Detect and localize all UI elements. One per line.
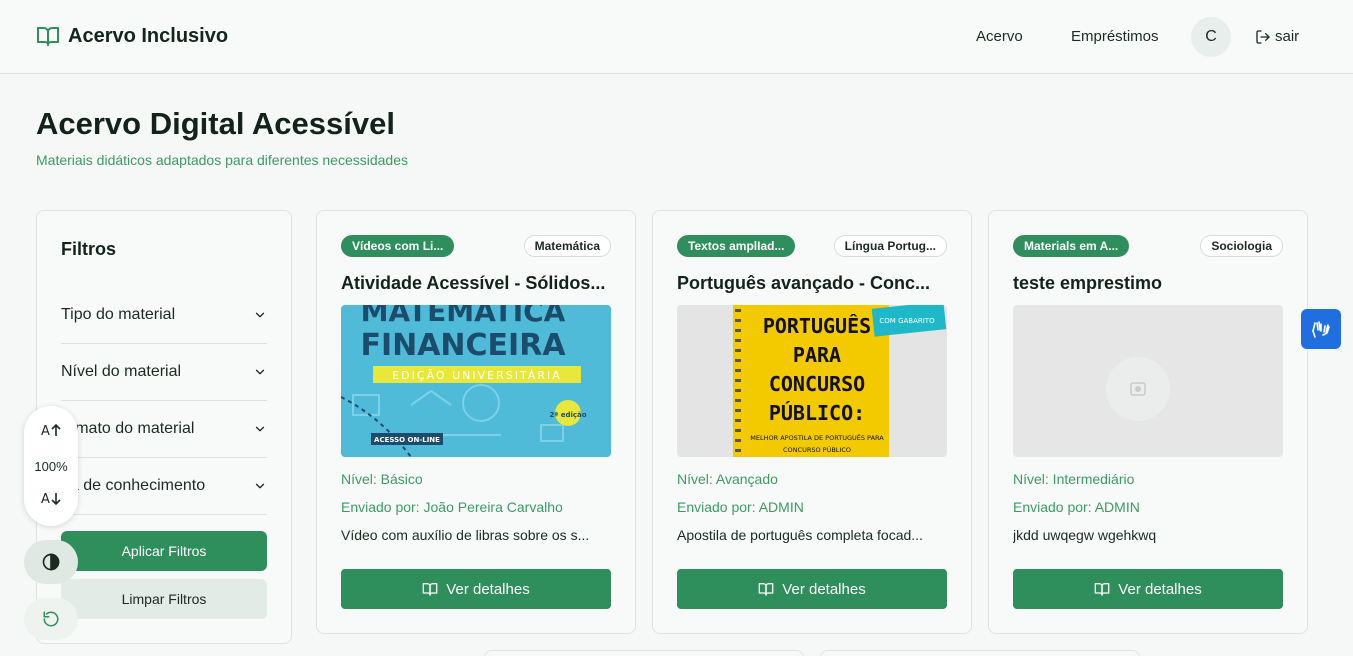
chevron-down-icon [255, 312, 265, 318]
apply-filters-button[interactable]: Aplicar Filtros [61, 531, 267, 571]
nav-emprestimos[interactable]: Empréstimos [1071, 28, 1159, 45]
card-level: Nível: Intermediário [1013, 471, 1135, 487]
material-card: Textos amplIad... Língua Portug... Portu… [652, 210, 972, 634]
card-cover-image: MATEMÁTICA FINANCEIRA EDIÇÃO UNIVERSITÁR… [341, 305, 611, 457]
cover-line1: PORTUGUÊS [763, 314, 871, 338]
chevron-down-icon [255, 369, 265, 375]
view-details-label: Ver detalhes [782, 580, 866, 598]
page-title: Acervo Digital Acessível [36, 106, 395, 141]
top-header: Acervo Inclusivo Acervo Empréstimos C sa… [0, 0, 1353, 74]
cover-line5: MELHOR APOSTILA DE PORTUGUÊS PARA [750, 433, 884, 442]
material-card: Vídeos com Li... Matemática Atividade Ac… [316, 210, 636, 634]
increase-font-button[interactable]: A [24, 422, 78, 441]
filter-area-conhecimento[interactable]: ea de conhecimento [61, 458, 267, 515]
card-title: Português avançado - Conc... [677, 273, 931, 293]
sign-language-hands-icon [1312, 321, 1330, 338]
view-details-label: Ver detalhes [1118, 580, 1202, 598]
decrease-font-button[interactable]: A [24, 490, 78, 509]
page-subtitle: Materiais didáticos adaptados para difer… [36, 152, 409, 168]
view-details-button[interactable]: Ver detalhes [341, 569, 611, 609]
contrast-icon [42, 553, 60, 571]
cover-title-line2: FINANCEIRA [360, 328, 566, 363]
cover-title-line1: MATEMÁTICA [361, 305, 566, 328]
clear-filters-button[interactable]: Limpar Filtros [61, 579, 267, 619]
chevron-down-icon [255, 426, 265, 432]
card-title: teste emprestimo [1013, 273, 1163, 293]
contrast-toggle-button[interactable] [24, 540, 78, 584]
card-author: Enviado por: ADMIN [1013, 499, 1140, 515]
libras-accessibility-button[interactable] [1301, 309, 1341, 349]
filter-formato-material[interactable]: ormato do material [61, 401, 267, 458]
type-badge: Vídeos com Li... [341, 235, 455, 257]
card-description: Apostila de português completa focad... [677, 527, 923, 543]
type-badge: Materials em A... [1013, 235, 1130, 257]
card-level: Nível: Básico [341, 471, 423, 487]
cover-edition: 2ª edição [549, 411, 586, 419]
subject-badge: Língua Portug... [833, 235, 947, 257]
material-card-partial [820, 650, 1140, 656]
card-author: Enviado por: ADMIN [677, 499, 804, 515]
cover-line2: PARA [793, 343, 841, 367]
card-author: Enviado por: João Pereira Carvalho [341, 499, 563, 515]
view-details-label: Ver detalhes [446, 580, 530, 598]
material-card-partial [484, 650, 804, 656]
font-decrease-icon: A [41, 492, 61, 507]
font-size-widget: A 100% A [24, 406, 78, 526]
filter-label: ea de conhecimento [61, 477, 206, 494]
filters-title: Filtros [61, 239, 117, 259]
nav-acervo[interactable]: Acervo [976, 28, 1023, 45]
filter-label: ormato do material [61, 420, 195, 437]
card-description: jkdd uwqegw wgehkwq [1013, 527, 1157, 543]
cover-line4: PÚBLICO: [769, 401, 865, 425]
filter-label: Nível do material [61, 363, 182, 380]
svg-text:A: A [41, 424, 50, 438]
filter-nivel-material[interactable]: Nível do material [61, 344, 267, 401]
subject-badge: Sociologia [1200, 235, 1283, 257]
cover-line6: CONCURSO PÚBLICO [783, 445, 851, 454]
brand-name: Acervo Inclusivo [68, 24, 229, 47]
card-cover-image: COM GABARITO PORTUGUÊS PARA CONCURSO PÚB… [677, 305, 947, 457]
zoom-level: 100% [34, 459, 68, 474]
chevron-down-icon [255, 483, 265, 489]
filter-tipo-material[interactable]: Tipo do material [61, 287, 267, 344]
reset-accessibility-button[interactable] [24, 598, 78, 640]
material-card: Materials em A... Sociologia teste empre… [988, 210, 1308, 634]
open-book-icon [37, 27, 59, 46]
cover-subtitle: EDIÇÃO UNIVERSITÁRIA [392, 369, 562, 382]
book-icon [1094, 583, 1110, 596]
book-icon [758, 583, 774, 596]
cover-access: ACESSO ON-LINE [374, 436, 440, 444]
view-details-button[interactable]: Ver detalhes [677, 569, 947, 609]
subject-badge: Matemática [523, 235, 611, 257]
type-badge: Textos amplIad... [677, 235, 796, 257]
card-image-placeholder [1013, 305, 1283, 457]
cover-line3: CONCURSO [769, 372, 865, 396]
logout-button[interactable]: sair [1255, 28, 1299, 45]
brand[interactable]: Acervo Inclusivo [36, 24, 228, 48]
card-description: Vídeo com auxílio de libras sobre os s..… [341, 527, 590, 543]
logout-label: sair [1275, 28, 1300, 45]
font-increase-icon: A [41, 423, 61, 439]
reset-icon [43, 611, 59, 627]
filter-label: Tipo do material [61, 306, 176, 323]
view-details-button[interactable]: Ver detalhes [1013, 569, 1283, 609]
book-icon [422, 583, 438, 596]
logout-icon [1256, 29, 1270, 44]
card-level: Nível: Avançado [677, 471, 778, 487]
cover-tag: COM GABARITO [879, 317, 935, 325]
avatar[interactable]: C [1191, 17, 1231, 57]
card-title: Atividade Acessível - Sólidos... [341, 273, 606, 293]
svg-text:A: A [41, 492, 50, 506]
